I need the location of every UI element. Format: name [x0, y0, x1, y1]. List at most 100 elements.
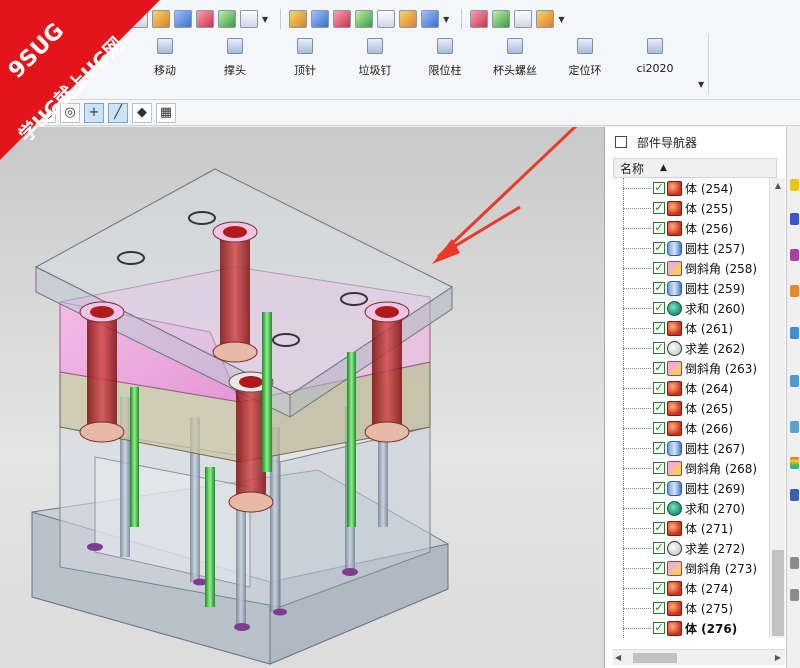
scroll-right-icon[interactable]: ▶	[775, 650, 781, 666]
visibility-checkbox[interactable]: ✓	[653, 342, 665, 354]
tree-row[interactable]: ✓ 体 (274)	[613, 578, 769, 598]
tree-row[interactable]: ✓ 倒斜角 (263)	[613, 358, 769, 378]
tree-row[interactable]: ✓ 倒斜角 (258)	[613, 258, 769, 278]
graphics-window[interactable]	[0, 127, 604, 668]
table-icon[interactable]: ▦	[156, 102, 176, 123]
system-scene-icon[interactable]	[790, 589, 799, 601]
house-icon[interactable]	[196, 10, 214, 28]
history-icon[interactable]	[790, 421, 799, 433]
spline-icon[interactable]	[536, 10, 555, 28]
tree-row[interactable]: ✓ 体 (255)	[613, 198, 769, 218]
process-studio-icon[interactable]	[790, 489, 799, 501]
tree-row[interactable]: ✓ 倒斜角 (268)	[613, 458, 769, 478]
surface-icon[interactable]	[311, 10, 330, 28]
visibility-checkbox[interactable]: ✓	[653, 362, 665, 374]
gears-icon[interactable]	[377, 10, 396, 28]
tree-row[interactable]: ✓ 体 (264)	[613, 378, 769, 398]
dropdown-arrow-icon[interactable]: ▼	[262, 15, 268, 24]
grid-surface-icon[interactable]	[355, 10, 374, 28]
tree-row[interactable]: ✓ 体 (261)	[613, 318, 769, 338]
visibility-checkbox[interactable]: ✓	[653, 282, 665, 294]
command-button[interactable]: 顶针	[270, 34, 340, 92]
scrollbar-thumb[interactable]	[772, 550, 784, 636]
command-button[interactable]: 杯头螺丝	[480, 34, 550, 92]
visibility-checkbox[interactable]: ✓	[653, 582, 665, 594]
tree-row[interactable]: ✓ 体 (276)	[613, 618, 769, 638]
transform-icon[interactable]	[399, 10, 418, 28]
system-materials-icon[interactable]	[790, 457, 799, 469]
tree-row[interactable]: ✓ 求差 (262)	[613, 338, 769, 358]
tree-row[interactable]: ✓ 体 (254)	[613, 178, 769, 198]
tree-row[interactable]: ✓ 体 (271)	[613, 518, 769, 538]
visibility-checkbox[interactable]: ✓	[653, 402, 665, 414]
visibility-checkbox[interactable]: ✓	[653, 622, 665, 634]
command-button[interactable]: 定位环	[550, 34, 620, 92]
pen-icon[interactable]: ╱	[108, 102, 128, 123]
visibility-checkbox[interactable]: ✓	[653, 562, 665, 574]
scroll-up-icon[interactable]: ▲	[770, 178, 786, 194]
pin-icon[interactable]	[470, 10, 489, 28]
visibility-checkbox[interactable]: ✓	[653, 522, 665, 534]
navigator-pin-checkbox[interactable]	[615, 136, 627, 148]
visibility-checkbox[interactable]: ✓	[653, 602, 665, 614]
horizontal-scrollbar[interactable]: ◀ ▶	[613, 649, 785, 665]
tree-row[interactable]: ✓ 体 (275)	[613, 598, 769, 618]
mesh-icon[interactable]	[333, 10, 352, 28]
tree-row[interactable]: ✓ 求和 (270)	[613, 498, 769, 518]
sketch-plane-icon[interactable]	[289, 10, 308, 28]
tree-row[interactable]: ✓ 圆柱 (259)	[613, 278, 769, 298]
command-button[interactable]: 垃圾钉	[340, 34, 410, 92]
tree-row[interactable]: ✓ 体 (266)	[613, 418, 769, 438]
tree-row[interactable]: ✓ 圆柱 (267)	[613, 438, 769, 458]
scrollbar-thumb[interactable]	[633, 653, 677, 663]
visibility-checkbox[interactable]: ✓	[653, 262, 665, 274]
visibility-checkbox[interactable]: ✓	[653, 482, 665, 494]
curve-icon[interactable]	[492, 10, 511, 28]
cube-icon[interactable]	[218, 10, 236, 28]
shaded-cube-icon[interactable]: ◆	[132, 102, 152, 123]
visibility-checkbox[interactable]: ✓	[653, 202, 665, 214]
dropdown-arrow-icon[interactable]: ▼	[443, 15, 449, 24]
visibility-checkbox[interactable]: ✓	[653, 322, 665, 334]
target-icon[interactable]: ◎	[60, 102, 80, 123]
visibility-checkbox[interactable]: ✓	[653, 542, 665, 554]
tree-row[interactable]: ✓ 倒斜角 (273)	[613, 558, 769, 578]
reuse-library-icon[interactable]	[790, 285, 799, 297]
block-icon[interactable]	[152, 10, 170, 28]
visibility-checkbox[interactable]: ✓	[653, 242, 665, 254]
tree-row[interactable]: ✓ 体 (256)	[613, 218, 769, 238]
vertical-scrollbar[interactable]: ▲	[769, 178, 785, 638]
command-button[interactable]: ci2020	[620, 34, 690, 92]
web-browser-icon[interactable]	[790, 375, 799, 387]
tree-row[interactable]: ✓ 体 (265)	[613, 398, 769, 418]
dropdown-arrow-icon[interactable]: ▼	[558, 15, 564, 24]
command-button[interactable]: 限位柱	[410, 34, 480, 92]
column-header-name[interactable]: 名称 ▲	[613, 158, 777, 178]
hd3d-tools-icon[interactable]	[790, 327, 799, 339]
tree-row[interactable]: ✓ 圆柱 (269)	[613, 478, 769, 498]
sort-ascending-icon[interactable]: ▲	[660, 163, 667, 173]
circle-icon[interactable]: ◯	[36, 102, 56, 123]
visibility-checkbox[interactable]: ✓	[653, 222, 665, 234]
constraint-navigator-icon[interactable]	[790, 213, 799, 225]
assembly-navigator-icon[interactable]	[790, 179, 799, 191]
visibility-checkbox[interactable]: ✓	[653, 502, 665, 514]
visibility-checkbox[interactable]: ✓	[653, 382, 665, 394]
tree-row[interactable]: ✓ 圆柱 (257)	[613, 238, 769, 258]
roles-icon[interactable]	[790, 557, 799, 569]
visibility-checkbox[interactable]: ✓	[653, 442, 665, 454]
tree-row[interactable]: ✓ 求和 (260)	[613, 298, 769, 318]
visibility-checkbox[interactable]: ✓	[653, 462, 665, 474]
command-button[interactable]: 撑头	[200, 34, 270, 92]
tree-row[interactable]: ✓ 求差 (272)	[613, 538, 769, 558]
cube-alt-icon[interactable]	[240, 10, 258, 28]
command-button[interactable]: 移动	[130, 34, 200, 92]
visibility-checkbox[interactable]: ✓	[653, 182, 665, 194]
crosshair-icon[interactable]: +	[84, 102, 104, 123]
hook-icon[interactable]	[514, 10, 533, 28]
part-navigator-icon[interactable]	[790, 249, 799, 261]
visibility-checkbox[interactable]: ✓	[653, 302, 665, 314]
mold-base-model[interactable]	[0, 127, 604, 668]
shape-icon[interactable]	[421, 10, 440, 28]
image-icon[interactable]	[174, 10, 192, 28]
